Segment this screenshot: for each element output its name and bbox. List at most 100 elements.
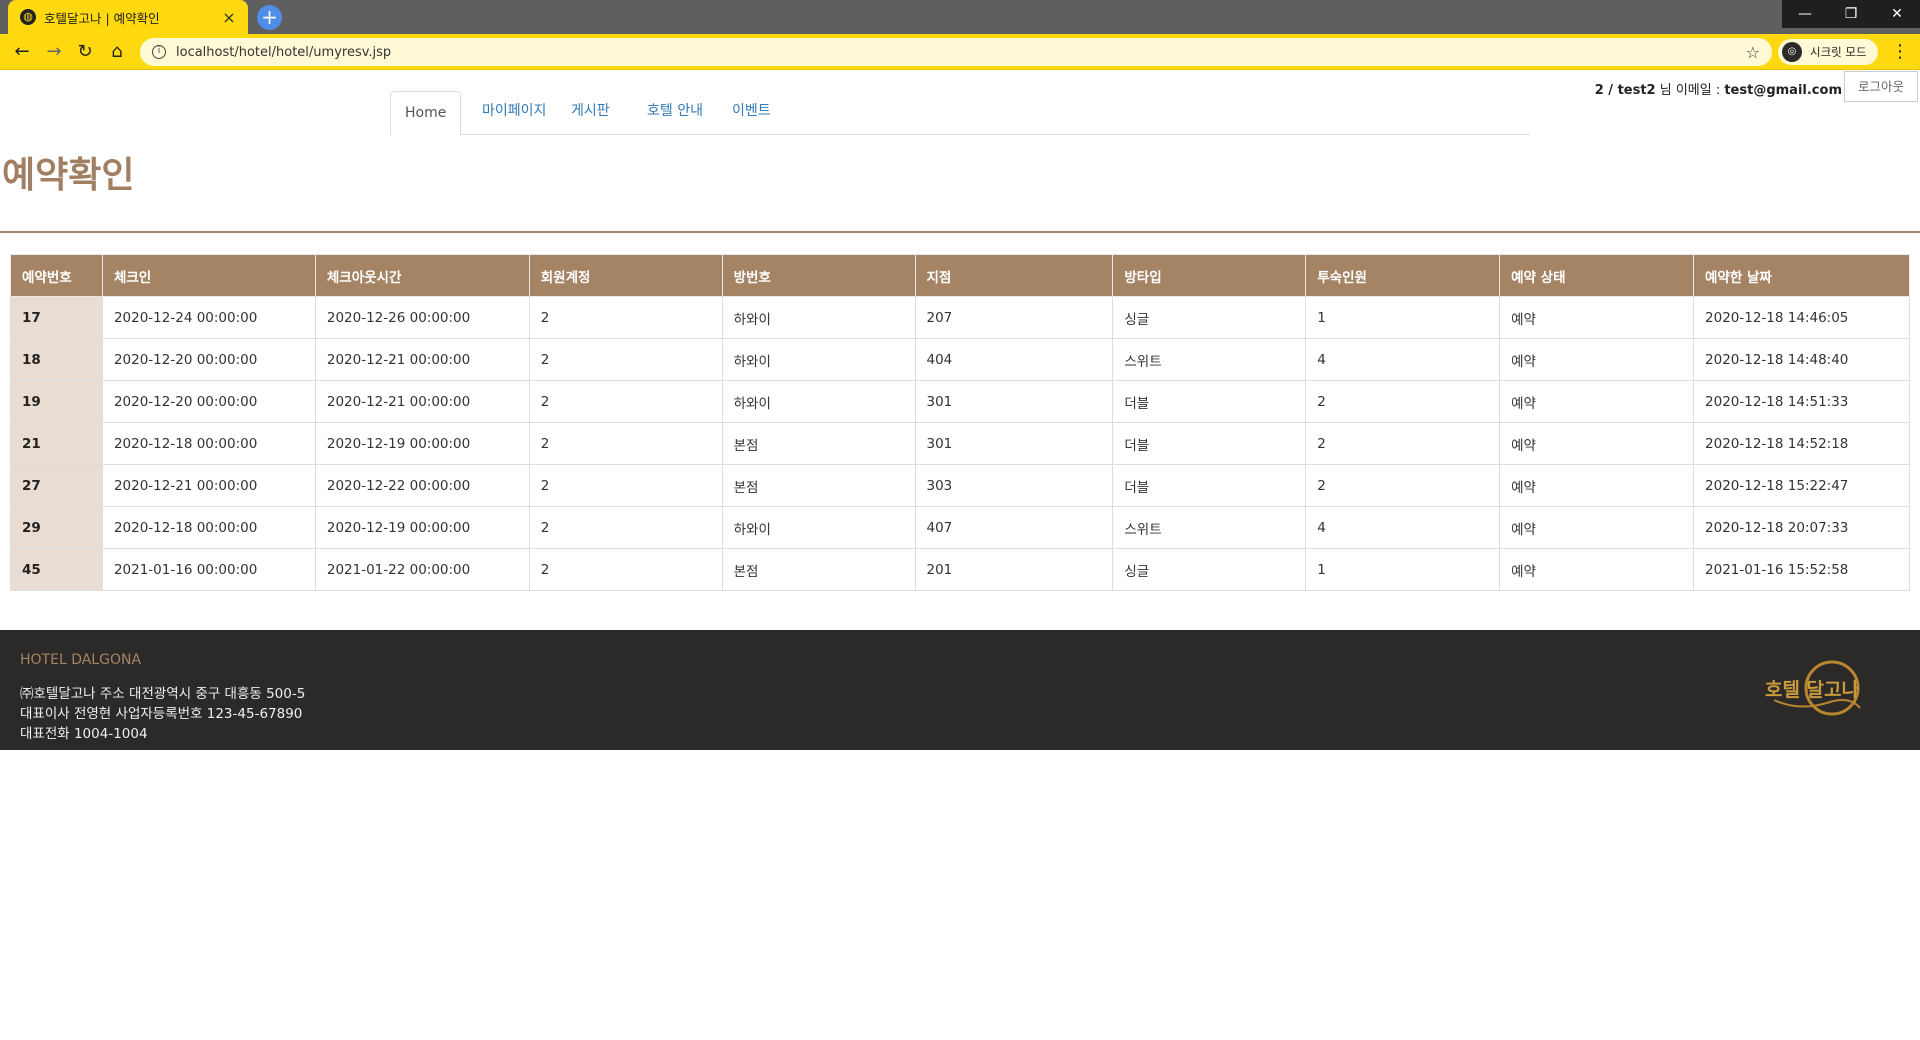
table-cell: 2020-12-18 00:00:00 [101,506,316,549]
reservation-id-cell: 21 [10,422,103,465]
table-cell: 2 [528,422,723,465]
table-cell: 2020-12-18 14:52:18 [1693,422,1910,465]
user-info: 2 / test2 님 이메일 : test@gmail.com [1500,79,1842,98]
table-cell: 2020-12-20 00:00:00 [101,380,316,423]
home-icon[interactable]: ⌂ [105,40,129,64]
table-cell: 2020-12-18 20:07:33 [1693,506,1910,549]
user-email: test@gmail.com [1724,83,1842,98]
table-cell: 예약 [1499,338,1695,381]
table-cell: 2020-12-26 00:00:00 [314,296,530,339]
table-cell: 301 [914,380,1114,423]
table-cell: 2020-12-19 00:00:00 [314,422,530,465]
table-cell: 1 [1305,296,1501,339]
reservation-id-cell: 45 [10,548,103,591]
table-cell: 2 [528,506,723,549]
tab-home[interactable]: Home [390,91,462,136]
footer-address: ㈜호텔달고나 주소 대전광역시 중구 대흥동 500-5 [20,686,306,702]
table-cell: 2020-12-18 14:51:33 [1693,380,1910,423]
logo-text: 호텔 달고나 [1765,679,1860,701]
table-row: 19 2020-12-20 00:00:00 2020-12-21 00:00:00… [10,380,1910,423]
table-cell: 301 [914,422,1114,465]
footer-brand: HOTEL DALGONA [20,652,142,668]
reservation-id-cell: 19 [10,380,103,423]
table-cell: 2020-12-21 00:00:00 [314,338,530,381]
globe-icon: ◍ [20,9,36,25]
table-cell: 하와이 [721,380,916,423]
table-cell: 본점 [721,422,916,465]
back-arrow-icon[interactable]: ← [10,40,34,64]
tab-hotel-info[interactable]: 호텔 안내 [633,91,717,135]
new-tab-button[interactable]: + [257,5,282,30]
table-cell: 스위트 [1112,506,1307,549]
table-cell: 더블 [1112,464,1307,507]
table-row: 21 2020-12-18 00:00:00 2020-12-19 00:00:00… [10,422,1910,465]
table-cell: 하와이 [721,338,916,381]
browser-tab[interactable]: ◍ 호텔달고나 | 예약확인 × [8,0,248,34]
table-cell: 더블 [1112,422,1307,465]
incognito-icon: ◎ [1782,42,1802,62]
forward-arrow-icon[interactable]: → [42,40,66,64]
table-cell: 하와이 [721,506,916,549]
user-info-label: 님 이메일 : [1655,83,1725,98]
column-header: 방타입 [1112,254,1307,297]
column-header: 회원계정 [528,254,723,297]
table-cell: 2020-12-21 00:00:00 [101,464,316,507]
main-nav-tabs: Home 마이페이지 게시판 호텔 안내 이벤트 [390,91,1530,136]
table-cell: 하와이 [721,296,916,339]
user-id: 2 / test2 [1594,83,1656,98]
table-cell: 407 [914,506,1114,549]
address-bar[interactable]: i localhost/hotel/hotel/umyresv.jsp ☆ [140,38,1772,66]
column-header: 방번호 [721,254,916,297]
browser-toolbar: ← → ↻ ⌂ i localhost/hotel/hotel/umyresv.… [0,34,1920,70]
table-row: 17 2020-12-24 00:00:00 2020-12-26 00:00:00… [10,296,1910,339]
hotel-logo: 호텔 달고나 [1765,660,1861,716]
column-header: 투숙인원 [1305,254,1501,297]
column-header: 예약번호 [10,254,103,297]
table-cell: 303 [914,464,1114,507]
table-cell: 예약 [1499,296,1695,339]
browser-tabstrip: ◍ 호텔달고나 | 예약확인 × + — ❐ ✕ [0,0,1920,34]
table-cell: 2 [528,380,723,423]
browser-menu-icon[interactable]: ⋮ [1888,40,1912,64]
table-cell: 1 [1305,548,1501,591]
table-cell: 4 [1305,506,1501,549]
table-cell: 207 [914,296,1114,339]
table-cell: 2020-12-18 14:48:40 [1693,338,1910,381]
title-divider [0,231,1920,233]
column-header: 체크아웃시간 [314,254,530,297]
info-icon[interactable]: i [152,45,166,59]
column-header: 예약한 날짜 [1693,254,1910,297]
table-cell: 2 [528,338,723,381]
table-cell: 예약 [1499,380,1695,423]
close-icon[interactable]: × [220,8,238,27]
reservation-table: 예약번호 체크인 체크아웃시간 회원계정 방번호 지점 방타입 투숙인원 예약 … [10,254,1910,591]
reservation-id-cell: 27 [10,464,103,507]
reload-icon[interactable]: ↻ [73,40,97,64]
tab-event[interactable]: 이벤트 [718,91,785,135]
column-header: 지점 [914,254,1114,297]
table-cell: 본점 [721,548,916,591]
tab-title: 호텔달고나 | 예약확인 [44,10,160,26]
restore-icon[interactable]: ❐ [1828,0,1874,28]
incognito-label: 시크릿 모드 [1810,45,1867,59]
table-cell: 2020-12-24 00:00:00 [101,296,316,339]
incognito-profile-button[interactable]: ◎ 시크릿 모드 [1778,39,1878,65]
table-cell: 2 [528,548,723,591]
table-cell: 예약 [1499,464,1695,507]
column-header: 예약 상태 [1499,254,1695,297]
tab-board[interactable]: 게시판 [557,91,624,135]
url-text[interactable]: localhost/hotel/hotel/umyresv.jsp [176,45,1746,60]
table-cell: 2021-01-16 00:00:00 [101,548,316,591]
tab-mypage[interactable]: 마이페이지 [468,91,560,135]
minimize-icon[interactable]: — [1782,0,1828,28]
footer-ceo-registration: 대표이사 전영현 사업자등록번호 123-45-67890 [20,706,303,722]
table-cell: 2 [528,464,723,507]
logout-button[interactable]: 로그아웃 [1844,71,1918,102]
table-header-row: 예약번호 체크인 체크아웃시간 회원계정 방번호 지점 방타입 투숙인원 예약 … [10,254,1910,297]
reservation-id-cell: 17 [10,296,103,339]
table-cell: 본점 [721,464,916,507]
bookmark-star-icon[interactable]: ☆ [1746,43,1760,62]
table-cell: 2020-12-18 15:22:47 [1693,464,1910,507]
window-close-icon[interactable]: ✕ [1874,0,1920,28]
table-cell: 2020-12-18 14:46:05 [1693,296,1910,339]
